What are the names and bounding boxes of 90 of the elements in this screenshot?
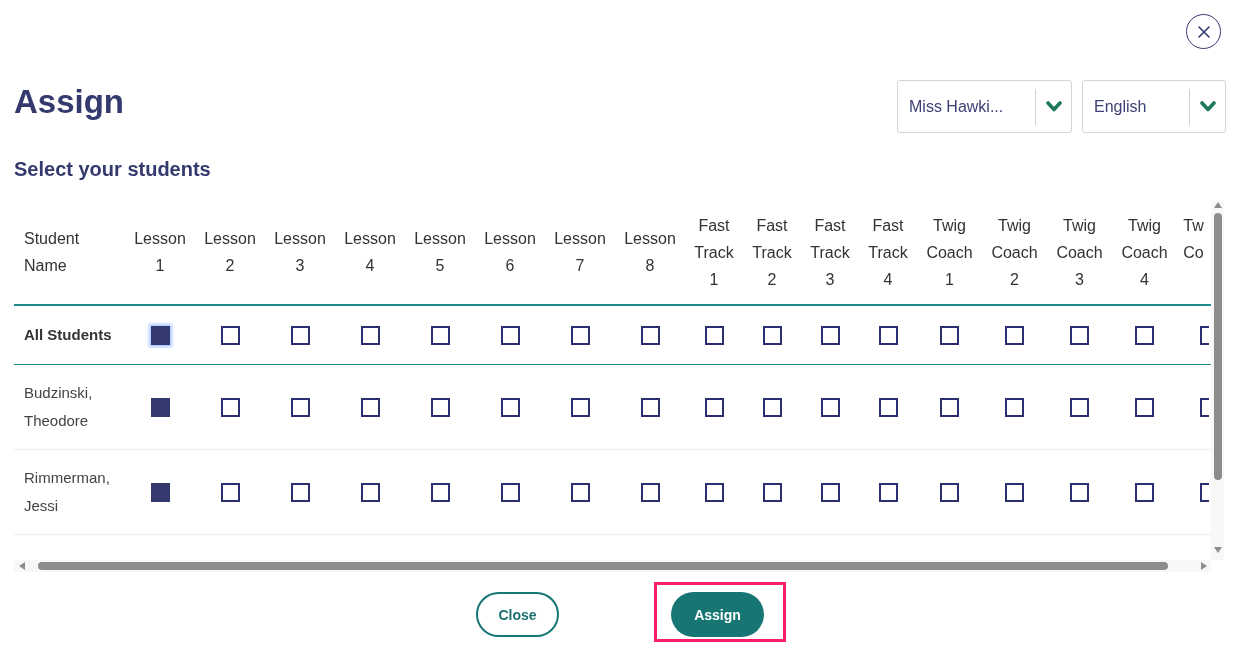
scroll-down-arrow-icon[interactable] — [1213, 547, 1222, 553]
checkbox[interactable] — [762, 325, 782, 345]
column-header: Student Name — [24, 229, 80, 276]
checkbox[interactable] — [762, 397, 782, 417]
student-name: Rimmerman, Jessi — [24, 468, 111, 516]
column-header: Fast Track 1 — [694, 215, 734, 290]
checkbox[interactable] — [762, 482, 782, 502]
checkbox[interactable] — [878, 482, 898, 502]
checkbox[interactable] — [878, 397, 898, 417]
column-header: Lesson 1 — [134, 229, 186, 276]
checkbox[interactable] — [704, 482, 724, 502]
checkbox[interactable] — [1200, 397, 1209, 417]
checkbox[interactable] — [1135, 397, 1154, 417]
checkbox[interactable] — [940, 482, 959, 502]
checkbox[interactable] — [1005, 397, 1024, 417]
checkbox[interactable] — [150, 325, 170, 345]
checkbox[interactable] — [500, 325, 520, 345]
column-header: Twig Coach 1 — [926, 215, 973, 290]
checkbox[interactable] — [500, 397, 520, 417]
checkbox[interactable] — [220, 397, 240, 417]
checkbox[interactable] — [1135, 482, 1154, 502]
column-header: Twig Coach 2 — [991, 215, 1038, 290]
column-header: Fast Track 2 — [752, 215, 792, 290]
column-header: Lesson 5 — [414, 229, 466, 276]
close-icon — [1197, 25, 1210, 38]
page-title: Assign — [14, 82, 125, 122]
checkbox[interactable] — [1005, 325, 1024, 345]
scroll-left-arrow-icon[interactable] — [19, 562, 25, 570]
checkbox[interactable] — [150, 397, 170, 417]
checkbox[interactable] — [1070, 325, 1089, 345]
checkbox[interactable] — [704, 397, 724, 417]
checkbox[interactable] — [570, 397, 590, 417]
checkbox[interactable] — [820, 482, 840, 502]
checkbox[interactable] — [360, 325, 380, 345]
column-header: Lesson 6 — [484, 229, 536, 276]
assign-button[interactable]: Assign — [671, 592, 764, 637]
column-header: Lesson 3 — [274, 229, 326, 276]
checkbox[interactable] — [640, 325, 660, 345]
scrollbar-thumb[interactable] — [1213, 213, 1222, 480]
checkbox[interactable] — [704, 325, 724, 345]
checkbox[interactable] — [878, 325, 898, 345]
column-header: Fast Track 4 — [868, 215, 908, 290]
checkbox[interactable] — [220, 482, 240, 502]
close-button[interactable]: Close — [476, 592, 559, 637]
dropdown[interactable]: English — [1082, 80, 1226, 133]
checkbox[interactable] — [940, 397, 959, 417]
column-header: Fast Track 3 — [810, 215, 850, 290]
checkbox[interactable] — [820, 325, 840, 345]
chevron-down-icon — [1200, 101, 1216, 112]
section-heading: Select your students — [14, 157, 212, 181]
checkbox[interactable] — [290, 482, 310, 502]
checkbox[interactable] — [290, 397, 310, 417]
checkbox[interactable] — [640, 397, 660, 417]
checkbox[interactable] — [1200, 482, 1209, 502]
checkbox[interactable] — [1200, 325, 1209, 345]
checkbox[interactable] — [290, 325, 310, 345]
column-header: Lesson 4 — [344, 229, 396, 276]
checkbox[interactable] — [820, 397, 840, 417]
column-header: Lesson 7 — [554, 229, 606, 276]
checkbox[interactable] — [1135, 325, 1154, 345]
checkbox[interactable] — [360, 397, 380, 417]
checkbox[interactable] — [1070, 482, 1089, 502]
vertical-scrollbar[interactable] — [1211, 200, 1224, 560]
scroll-right-arrow-icon[interactable] — [1201, 562, 1207, 570]
checkbox[interactable] — [640, 482, 660, 502]
column-header: Lesson 8 — [624, 229, 676, 276]
checkbox[interactable] — [360, 482, 380, 502]
checkbox[interactable] — [150, 482, 170, 502]
scroll-up-arrow-icon[interactable] — [1213, 202, 1222, 208]
checkbox[interactable] — [940, 325, 959, 345]
chevron-down-icon — [1046, 101, 1062, 112]
scrollbar-thumb[interactable] — [38, 562, 1168, 570]
checkbox[interactable] — [430, 482, 450, 502]
checkbox[interactable] — [570, 482, 590, 502]
all-students-label: All Students — [24, 325, 112, 345]
checkbox[interactable] — [500, 482, 520, 502]
column-header: Twig Coach 4 — [1121, 215, 1168, 290]
column-header: Twig Coach 3 — [1056, 215, 1103, 290]
checkbox[interactable] — [430, 397, 450, 417]
column-header: Tw Co — [1183, 216, 1204, 263]
checkbox[interactable] — [220, 325, 240, 345]
checkbox[interactable] — [430, 325, 450, 345]
horizontal-scrollbar[interactable] — [14, 560, 1211, 572]
checkbox[interactable] — [1005, 482, 1024, 502]
student-name: Budzinski, Theodore — [24, 383, 94, 431]
close-button[interactable] — [1186, 14, 1221, 49]
checkbox[interactable] — [1070, 397, 1089, 417]
checkbox[interactable] — [570, 325, 590, 345]
dropdown[interactable]: Miss Hawki... — [897, 80, 1072, 133]
column-header: Lesson 2 — [204, 229, 256, 276]
